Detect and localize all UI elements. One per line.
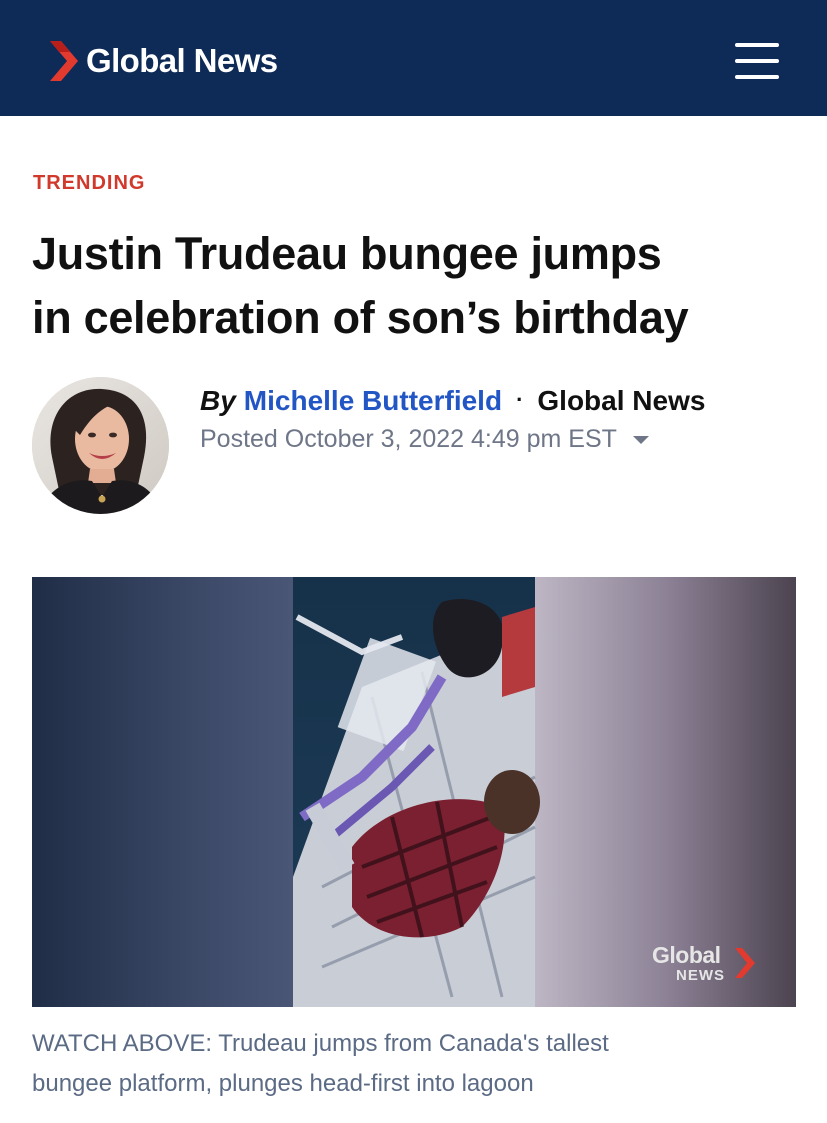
author-avatar[interactable] [32,377,169,514]
headline-line-1: Justin Trudeau bungee jumps [32,228,662,279]
chevron-down-icon[interactable] [632,435,649,444]
video-player[interactable]: Global NEWS [32,577,796,1007]
author-link[interactable]: Michelle Butterfield [244,385,502,416]
article-headline: Justin Trudeau bungee jumps in celebrati… [32,222,802,350]
byline-prefix: By [200,385,236,416]
watermark-news: NEWS [676,967,725,984]
headline-line-2: in celebration of son’s birthday [32,292,689,343]
global-news-watermark: Global NEWS [652,940,762,990]
watermark-chevron-icon [735,948,755,978]
posted-date-text: Posted October 3, 2022 4:49 pm EST [200,425,617,453]
hamburger-menu-icon[interactable] [733,40,781,82]
outlet-name: Global News [537,385,706,416]
byline: By Michelle Butterfield · Global News [200,383,705,421]
video-caption: WATCH ABOVE: Trudeau jumps from Canada's… [32,1024,772,1104]
byline-separator: · [516,387,524,412]
global-news-logo[interactable]: Global News [50,39,278,83]
global-news-chevron-icon [50,41,78,81]
posted-date: Posted October 3, 2022 4:49 pm EST [200,425,649,454]
logo-text: Global News [86,42,278,79]
watermark-global: Global [652,942,721,968]
caption-line-2: bungee platform, plunges head-first into… [32,1070,534,1097]
site-header: Global News [0,0,827,116]
caption-line-1: WATCH ABOVE: Trudeau jumps from Canada's… [32,1030,609,1057]
trending-kicker[interactable]: TRENDING [33,172,145,195]
